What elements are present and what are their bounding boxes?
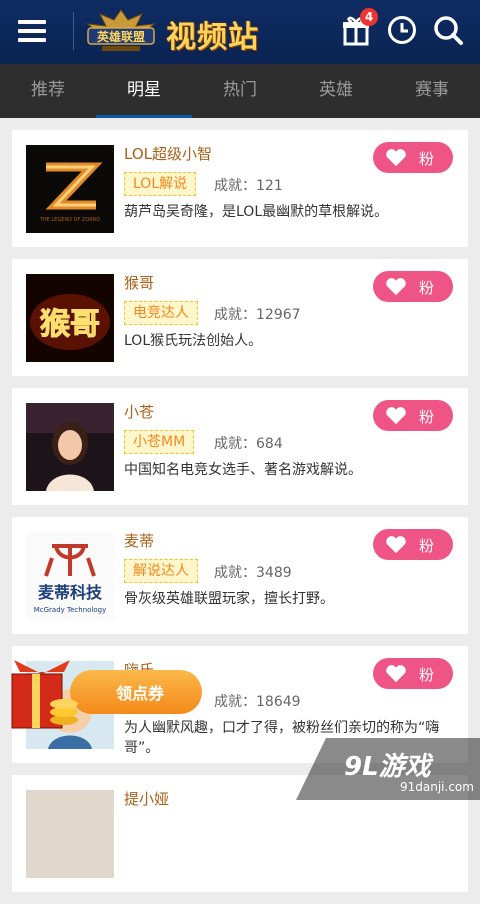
fan-button[interactable]: 粉	[373, 658, 453, 689]
heart-icon	[386, 536, 406, 554]
score-value: 684	[256, 436, 283, 452]
star-name[interactable]: LOL超级小智	[124, 143, 212, 164]
coupon-button[interactable]: 领点券	[0, 648, 210, 748]
tab-events[interactable]: 赛事	[384, 64, 480, 118]
score-value: 12967	[256, 307, 301, 323]
coupon-label: 领点券	[116, 684, 165, 703]
score-value: 121	[256, 178, 283, 194]
list-item[interactable]: 麦蒂科技 McGrady Technology 麦蒂 解说达人 成就：3489 …	[12, 517, 468, 634]
fan-button[interactable]: 粉	[373, 529, 453, 560]
avatar: THE LEGEND OF ZORRO	[26, 145, 114, 233]
star-score: 成就：12967	[214, 304, 301, 324]
score-value: 3489	[256, 565, 292, 581]
tab-stars[interactable]: 明星	[96, 64, 192, 118]
avatar: 猴哥	[26, 274, 114, 362]
clock-icon[interactable]	[386, 14, 422, 50]
star-desc: 骨灰级英雄联盟玩家，擅长打野。	[124, 591, 334, 607]
fan-label: 粉	[419, 537, 435, 555]
star-name[interactable]: 小苍	[124, 401, 154, 422]
star-tag: 电竞达人	[124, 301, 198, 325]
lol-logo: 英雄联盟	[86, 9, 156, 51]
category-tabs: 推荐 明星 热门 英雄 赛事	[0, 64, 480, 118]
star-score: 成就：684	[214, 433, 283, 453]
score-label: 成就：	[214, 565, 256, 581]
gift-box-icon	[11, 660, 78, 729]
watermark-text: 9L游戏	[344, 752, 431, 782]
logo-text: 英雄联盟	[97, 29, 145, 44]
gift-badge: 4	[360, 8, 378, 26]
avatar-caption: 麦蒂科技	[38, 583, 103, 602]
avatar	[26, 403, 114, 491]
tab-heroes[interactable]: 英雄	[288, 64, 384, 118]
avatar-caption: THE LEGEND OF ZORRO	[39, 217, 100, 223]
list-item[interactable]: THE LEGEND OF ZORRO LOL超级小智 LOL解说 成就：121…	[12, 130, 468, 247]
app-header: 英雄联盟 视频站 4	[0, 0, 480, 64]
watermark-url: 91danji.com	[400, 780, 474, 794]
fan-label: 粉	[419, 666, 435, 684]
score-label: 成就：	[214, 694, 256, 710]
heart-icon	[386, 407, 406, 425]
fan-label: 粉	[419, 150, 435, 168]
fan-label: 粉	[419, 408, 435, 426]
avatar-caption: 猴哥	[40, 307, 100, 342]
header-divider	[73, 12, 74, 50]
list-item[interactable]: 小苍 小苍MM 成就：684 中国知名电竞女选手、著名游戏解说。 粉	[12, 388, 468, 505]
score-label: 成就：	[214, 307, 256, 323]
tab-recommend[interactable]: 推荐	[0, 64, 96, 118]
heart-icon	[386, 665, 406, 683]
score-label: 成就：	[214, 436, 256, 452]
star-score: 成就：18649	[214, 691, 301, 711]
avatar	[26, 790, 114, 878]
star-tag: 解说达人	[124, 559, 198, 583]
list-item[interactable]: 猴哥 猴哥 电竞达人 成就：12967 LOL猴氏玩法创始人。 粉	[12, 259, 468, 376]
score-value: 18649	[256, 694, 301, 710]
star-tag: 小苍MM	[124, 430, 195, 454]
avatar: 麦蒂科技 McGrady Technology	[26, 532, 114, 620]
star-desc: 中国知名电竞女选手、著名游戏解说。	[124, 462, 362, 478]
star-desc: 葫芦岛吴奇隆，是LOL最幽默的草根解说。	[124, 204, 389, 220]
heart-icon	[386, 278, 406, 296]
star-score: 成就：121	[214, 175, 283, 195]
fan-button[interactable]: 粉	[373, 142, 453, 173]
fan-label: 粉	[419, 279, 435, 297]
star-name[interactable]: 麦蒂	[124, 530, 154, 551]
menu-icon[interactable]	[18, 18, 54, 46]
star-score: 成就：3489	[214, 562, 292, 582]
svg-text:McGrady Technology: McGrady Technology	[34, 606, 107, 614]
search-icon[interactable]	[432, 14, 468, 50]
star-desc: LOL猴氏玩法创始人。	[124, 333, 263, 349]
star-name[interactable]: 猴哥	[124, 272, 154, 293]
star-name[interactable]: 提小娅	[124, 788, 169, 809]
heart-icon	[386, 149, 406, 167]
fan-button[interactable]: 粉	[373, 271, 453, 302]
star-tag: LOL解说	[124, 172, 197, 196]
site-title: 视频站	[166, 20, 259, 55]
tab-hot[interactable]: 热门	[192, 64, 288, 118]
fan-button[interactable]: 粉	[373, 400, 453, 431]
score-label: 成就：	[214, 178, 256, 194]
gift-icon[interactable]: 4	[340, 8, 378, 50]
